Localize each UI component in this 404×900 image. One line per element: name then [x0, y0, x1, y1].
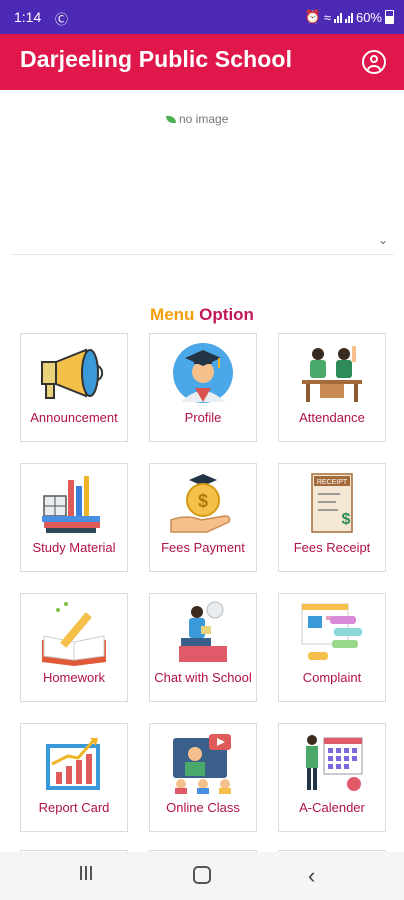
menu-tile-fees-payment[interactable]: $ Fees Payment: [149, 463, 257, 572]
calendar-person-icon: [306, 735, 363, 791]
chevron-down-icon: ⌄: [377, 233, 388, 247]
broken-image-icon: [166, 115, 176, 123]
signal-icon-2: [344, 12, 353, 23]
alarm-icon: ⏰: [304, 9, 321, 24]
books-stationery-icon: [42, 476, 100, 533]
signal-icon: [333, 12, 342, 23]
menu-label: Announcement: [30, 410, 118, 425]
home-icon[interactable]: [193, 866, 211, 884]
menu-label: Fees Payment: [161, 540, 245, 555]
image-alt-text: no image: [179, 112, 229, 126]
status-icons: ⏰ ≈ 60%: [305, 9, 394, 25]
status-time: 1:14: [14, 9, 42, 25]
menu-title: Menu Option: [0, 305, 404, 325]
svg-text:$: $: [198, 491, 208, 511]
graduate-profile-icon: [173, 343, 233, 403]
coin-hand-icon: $: [170, 474, 231, 533]
menu-tile-attendance[interactable]: Attendance: [278, 333, 386, 442]
menu-label: Study Material: [32, 540, 116, 555]
recent-apps-icon[interactable]: [80, 866, 92, 880]
report-chart-icon: [46, 738, 100, 790]
megaphone-icon: [41, 348, 104, 399]
menu-tile-study-material[interactable]: Study Material: [20, 463, 128, 572]
notebook-pencil-icon: [42, 602, 106, 666]
chat-person-icon: [179, 601, 227, 662]
menu-label: Fees Receipt: [293, 540, 371, 555]
menu-label: Profile: [184, 410, 222, 425]
menu-title-word2: Option: [199, 305, 254, 324]
wifi-icon: ≈: [323, 9, 331, 25]
session-dropdown[interactable]: ⌄: [10, 228, 394, 255]
menu-tile-online-class[interactable]: Online Class: [149, 723, 257, 832]
menu-label: Chat with School: [154, 670, 252, 685]
menu-tile-complaint[interactable]: Complaint: [278, 593, 386, 702]
menu-label: Homework: [42, 670, 106, 685]
page-title: Darjeeling Public School: [20, 46, 293, 72]
menu-tile-a-calender[interactable]: A-Calender: [278, 723, 386, 832]
svg-text:$: $: [342, 511, 351, 528]
svg-text:RECEIPT: RECEIPT: [317, 479, 348, 486]
menu-grid: Announcement Profile Attendance Study Ma…: [20, 333, 386, 832]
menu-label: A-Calender: [299, 800, 365, 815]
menu-label: Attendance: [299, 410, 365, 425]
back-icon[interactable]: ‹: [308, 863, 315, 889]
menu-tile-announcement[interactable]: Announcement: [20, 333, 128, 442]
attendance-students-icon: [302, 346, 362, 402]
menu-tile-fees-receipt[interactable]: RECEIPT $ Fees Receipt: [278, 463, 386, 572]
menu-tile-profile[interactable]: Profile: [149, 333, 257, 442]
app-bar: Darjeeling Public School: [0, 34, 404, 90]
menu-title-word1: Menu: [150, 305, 195, 324]
menu-tile-homework[interactable]: Homework: [20, 593, 128, 702]
system-nav-bar: ‹: [0, 852, 404, 900]
battery-icon: [385, 10, 394, 24]
status-bar: 1:14 Ⓒ ⏰ ≈ 60%: [0, 0, 404, 34]
banner-image: no image: [0, 90, 404, 230]
menu-label: Online Class: [166, 800, 240, 815]
sync-status-icon: Ⓒ: [55, 12, 69, 27]
menu-label: Complaint: [302, 670, 362, 685]
complaint-messages-icon: [301, 603, 362, 660]
menu-tile-report-card[interactable]: Report Card: [20, 723, 128, 832]
receipt-icon: RECEIPT $: [311, 473, 353, 533]
video-class-icon: [173, 734, 231, 794]
menu-label: Report Card: [38, 800, 110, 815]
account-icon[interactable]: [362, 50, 386, 74]
battery-level: 60%: [355, 9, 382, 25]
menu-tile-chat-with-school[interactable]: Chat with School: [149, 593, 257, 702]
broken-image: no image: [166, 112, 228, 126]
